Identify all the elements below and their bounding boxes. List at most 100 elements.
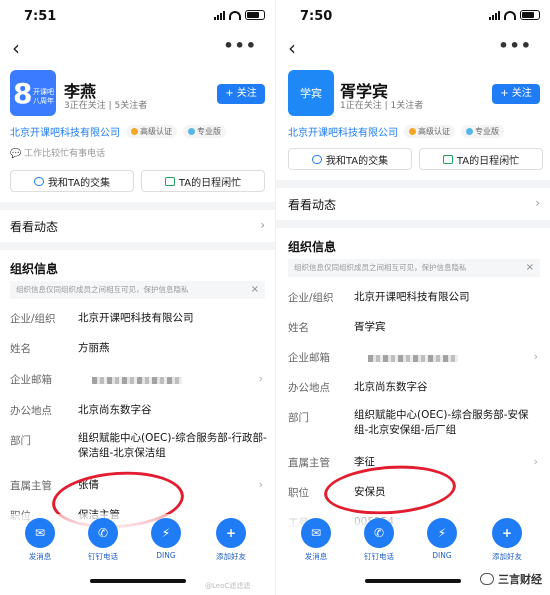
- row-value-dept: 组织赋能中心(OEC)-综合服务部-安保组-北京安保组-后厂组: [354, 409, 529, 436]
- wifi-icon: [504, 10, 516, 20]
- send-message-button[interactable]: ✉ 发消息: [291, 518, 341, 562]
- chevron-right-icon[interactable]: ›: [534, 455, 538, 468]
- dingtalk-call-button[interactable]: ✆ 钉钉电话: [354, 518, 404, 562]
- back-icon[interactable]: ‹: [288, 38, 296, 58]
- follow-button[interactable]: + 关注: [217, 84, 265, 104]
- row-label-manager: 直属主管: [10, 480, 52, 492]
- add-friend-button[interactable]: + 添加好友: [206, 518, 256, 562]
- row-label-office: 办公地点: [288, 382, 330, 394]
- lightning-icon: ⚡: [427, 518, 457, 548]
- ding-button[interactable]: ⚡ DING: [141, 518, 191, 560]
- row-label-title: 职位: [288, 487, 309, 499]
- intersection-button[interactable]: 我和TA的交集: [10, 170, 134, 192]
- close-icon[interactable]: ×: [526, 259, 534, 277]
- row-value-name: 方丽燕: [78, 342, 110, 354]
- blurred-email: [368, 355, 458, 362]
- ding-button[interactable]: ⚡ DING: [417, 518, 467, 560]
- chevron-right-icon[interactable]: ›: [259, 372, 263, 385]
- diamond-icon: [188, 128, 195, 135]
- company-row: 北京开课吧科技有限公司 高级认证 专业版: [10, 124, 226, 139]
- wechat-icon: [480, 573, 494, 585]
- status-icons: [214, 10, 265, 20]
- calendar-icon: [164, 176, 175, 186]
- phone-icon: ✆: [364, 518, 394, 548]
- cert-icon: [131, 128, 138, 135]
- signature: 💬 工作比较忙有事电话: [10, 149, 106, 159]
- chevron-right-icon[interactable]: ›: [534, 350, 538, 363]
- row-value-dept: 组织赋能中心(OEC)-综合服务部-行政部-保洁组-北京保洁组: [78, 432, 267, 459]
- divider: [0, 242, 275, 250]
- dingtalk-call-button[interactable]: ✆ 钉钉电话: [78, 518, 128, 562]
- avatar-text-2: 八周年: [33, 97, 54, 105]
- row-label-name: 姓名: [10, 343, 31, 355]
- row-label-dept: 部门: [288, 412, 309, 424]
- status-icons: [489, 10, 540, 20]
- chat-icon: ✉: [25, 518, 55, 548]
- avatar-number: 8: [13, 77, 33, 110]
- wifi-icon: [229, 10, 241, 20]
- weibo-watermark: @LeoC滤滤滤: [205, 582, 251, 590]
- company-row: 北京开课吧科技有限公司 高级认证 专业版: [288, 124, 504, 139]
- row-value-org: 北京开课吧科技有限公司: [354, 291, 470, 303]
- bottom-action-bar: ✉ 发消息 ✆ 钉钉电话 ⚡ DING + 添加好友: [276, 514, 550, 574]
- blurred-email: [92, 377, 182, 384]
- more-icon[interactable]: •••: [498, 36, 532, 55]
- company-link[interactable]: 北京开课吧科技有限公司: [288, 124, 398, 139]
- intersection-button[interactable]: 我和TA的交集: [288, 148, 412, 170]
- row-label-dept: 部门: [10, 435, 31, 447]
- row-label-name: 姓名: [288, 322, 309, 334]
- left-screenshot: 7:51 ‹ ••• 8 开课吧 八周年 李燕 3正在关注 | 5关注者 + 关注…: [0, 0, 275, 595]
- divider: [276, 180, 550, 188]
- row-value-office: 北京尚东数字谷: [354, 381, 428, 393]
- row-label-email: 企业邮箱: [288, 352, 330, 364]
- avatar[interactable]: 8 开课吧 八周年: [10, 70, 56, 116]
- avatar[interactable]: 学宾: [288, 70, 334, 116]
- close-icon[interactable]: ×: [251, 281, 259, 299]
- row-label-office: 办公地点: [10, 405, 52, 417]
- highlight-circle: [322, 461, 458, 519]
- avatar-text-1: 开课吧: [33, 88, 54, 96]
- send-message-button[interactable]: ✉ 发消息: [15, 518, 65, 562]
- back-icon[interactable]: ‹: [12, 38, 20, 58]
- signal-icon: [214, 10, 225, 20]
- add-friend-button[interactable]: + 添加好友: [482, 518, 532, 562]
- company-link[interactable]: 北京开课吧科技有限公司: [10, 124, 120, 139]
- row-value-org: 北京开课吧科技有限公司: [78, 312, 194, 324]
- view-dynamics[interactable]: 看看动态: [10, 218, 58, 235]
- chevron-right-icon[interactable]: ›: [259, 478, 263, 491]
- status-time: 7:50: [300, 9, 333, 24]
- status-bar: 7:50: [276, 0, 550, 30]
- right-screenshot: 7:50 ‹ ••• 学宾 胥学宾 1正在关注 | 1关注者 + 关注 北京开课…: [275, 0, 550, 595]
- row-label-org: 企业/组织: [10, 313, 56, 325]
- status-time: 7:51: [24, 9, 57, 24]
- chevron-right-icon: ›: [260, 218, 265, 232]
- pro-badge: 专业版: [461, 125, 504, 138]
- row-label-manager: 直属主管: [288, 457, 330, 469]
- privacy-notice: 组织信息仅同组织成员之间相互可见，保护信息隐私 ×: [10, 281, 265, 299]
- cert-badge: 高级认证: [404, 125, 455, 138]
- follow-button[interactable]: + 关注: [492, 84, 540, 104]
- view-dynamics[interactable]: 看看动态: [288, 196, 336, 213]
- org-title: 组织信息: [288, 240, 337, 254]
- battery-icon: [520, 10, 540, 20]
- more-icon[interactable]: •••: [223, 36, 257, 55]
- following-count[interactable]: 1正在关注: [340, 101, 382, 111]
- calendar-icon: [442, 154, 453, 164]
- follow-info: 3正在关注 | 5关注者: [64, 101, 148, 111]
- schedule-button[interactable]: TA的日程闲忙: [419, 148, 543, 170]
- followers-count[interactable]: 1关注者: [391, 101, 424, 111]
- row-label-email: 企业邮箱: [10, 374, 52, 386]
- chat-icon: ✉: [301, 518, 331, 548]
- cert-icon: [409, 128, 416, 135]
- cert-badge: 高级认证: [126, 125, 177, 138]
- status-bar: 7:51: [0, 0, 275, 30]
- link-icon: [311, 154, 322, 164]
- home-indicator: [365, 579, 461, 583]
- following-count[interactable]: 3正在关注: [64, 101, 106, 111]
- pro-badge: 专业版: [183, 125, 226, 138]
- brand-watermark: 三言财经: [480, 571, 542, 587]
- schedule-button[interactable]: TA的日程闲忙: [141, 170, 265, 192]
- signal-icon: [489, 10, 500, 20]
- org-title: 组织信息: [10, 262, 59, 276]
- followers-count[interactable]: 5关注者: [115, 101, 148, 111]
